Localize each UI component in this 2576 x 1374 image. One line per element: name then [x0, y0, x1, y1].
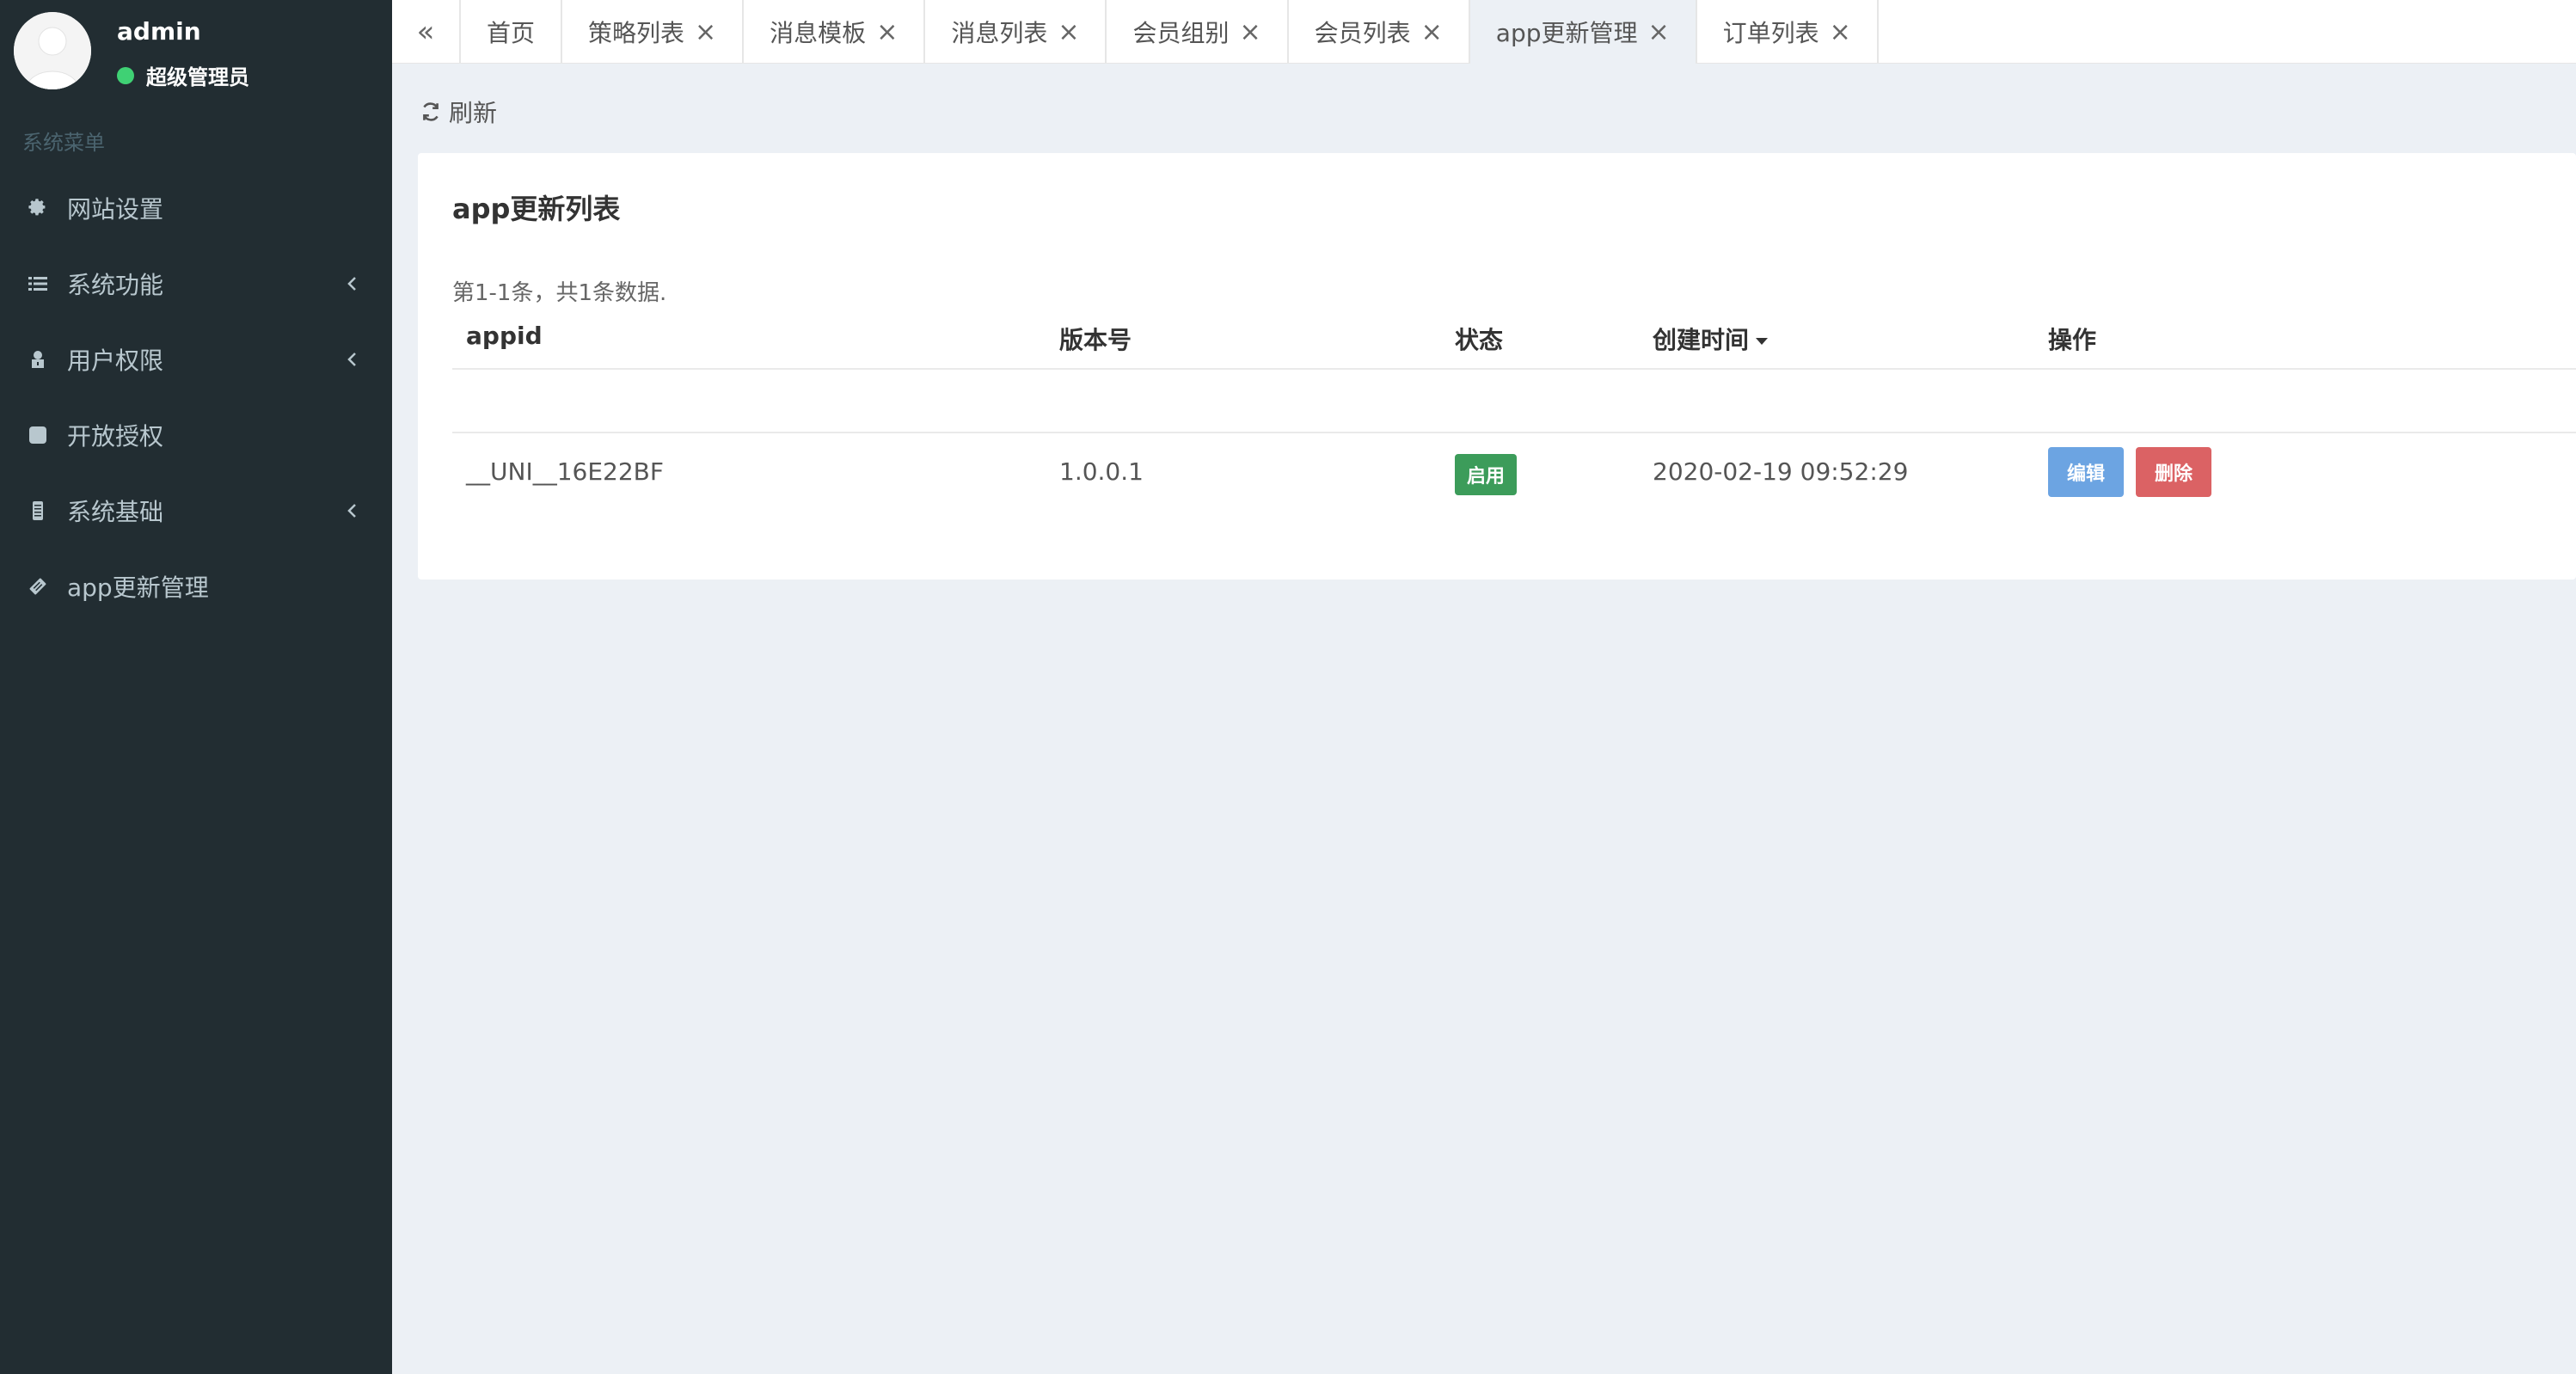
delete-button[interactable]: 删除: [2136, 447, 2212, 497]
online-status-dot: [117, 66, 134, 84]
tab-message-list[interactable]: 消息列表 ×: [925, 0, 1107, 64]
avatar-placeholder-icon: [14, 12, 91, 89]
user-role-label: 超级管理员: [146, 65, 249, 89]
app-update-panel: app更新列表 第1-1条，共1条数据. appid 版本号 状态 创建时间 操…: [418, 153, 2576, 580]
user-name: admin: [117, 17, 201, 46]
sidebar-item-label: 网站设置: [67, 195, 164, 224]
tab-order-list[interactable]: 订单列表 ×: [1697, 0, 1879, 64]
chevron-left-icon: [347, 277, 356, 291]
header-divider: [452, 368, 2576, 370]
close-icon[interactable]: ×: [1058, 17, 1079, 47]
refresh-button[interactable]: 刷新: [420, 95, 497, 129]
gear-icon: [26, 196, 50, 220]
tab-home[interactable]: 首页: [461, 0, 563, 64]
sidebar-item-label: 系统功能: [67, 271, 164, 299]
sort-caret-icon: [1756, 338, 1769, 345]
menu-header: 系统菜单: [22, 131, 105, 155]
tab-message-template[interactable]: 消息模板 ×: [744, 0, 926, 64]
cell-created: 2020-02-19 09:52:29: [1653, 457, 1909, 486]
tab-member-group[interactable]: 会员组别 ×: [1107, 0, 1289, 64]
chevron-left-icon: [347, 353, 356, 366]
sidebar-item-label: app更新管理: [67, 574, 209, 602]
close-icon[interactable]: ×: [876, 17, 898, 47]
refresh-label: 刷新: [449, 99, 498, 127]
sidebar-item-app-update[interactable]: app更新管理: [0, 549, 392, 624]
chevron-left-icon: [347, 504, 356, 518]
tab-label: 消息模板: [770, 19, 867, 47]
list-icon: [26, 272, 50, 296]
sidebar-item-site-settings[interactable]: 网站设置: [0, 170, 392, 246]
close-icon[interactable]: ×: [1830, 17, 1851, 47]
row-divider: [452, 432, 2576, 433]
tab-label: 消息列表: [951, 19, 1048, 47]
edit-button[interactable]: 编辑: [2048, 447, 2125, 497]
tab-app-update[interactable]: app更新管理 ×: [1469, 0, 1697, 64]
user-panel: admin 超级管理员: [0, 0, 392, 103]
database-icon: [26, 499, 50, 523]
ticket-icon: [26, 574, 50, 598]
sidebar-item-system-base[interactable]: 系统基础: [0, 473, 392, 549]
tab-label: 首页: [487, 19, 536, 47]
sidebar-item-user-permissions[interactable]: 用户权限: [0, 322, 392, 397]
square-icon: [26, 423, 50, 447]
tab-label: 策略列表: [588, 19, 685, 47]
sidebar-item-open-auth[interactable]: 开放授权: [0, 397, 392, 473]
table-summary: 第1-1条，共1条数据.: [452, 280, 667, 306]
cell-appid: __UNI__16E22BF: [466, 457, 664, 486]
refresh-icon: [423, 102, 439, 121]
close-icon[interactable]: ×: [1421, 17, 1443, 47]
tab-bar: « 首页 策略列表 × 消息模板 × 消息列表 × 会员组别 × 会员列表 × …: [392, 0, 2576, 64]
close-icon[interactable]: ×: [695, 17, 716, 47]
tab-label: 会员列表: [1314, 19, 1411, 47]
avatar: [14, 12, 91, 89]
user-role: 超级管理员: [117, 60, 249, 90]
sidebar-item-label: 用户权限: [67, 347, 164, 375]
tab-member-list[interactable]: 会员列表 ×: [1289, 0, 1470, 64]
tab-label: 订单列表: [1722, 19, 1819, 47]
tab-label: app更新管理: [1495, 19, 1638, 47]
status-badge: 启用: [1455, 454, 1518, 495]
tab-strategy-list[interactable]: 策略列表 ×: [562, 0, 745, 64]
page-title: app更新列表: [452, 193, 621, 225]
sidebar-item-system-functions[interactable]: 系统功能: [0, 246, 392, 322]
column-header-appid: appid: [466, 322, 543, 350]
user-lock-icon: [26, 347, 50, 371]
tab-label: 会员组别: [1132, 19, 1230, 47]
column-header-actions: 操作: [2048, 326, 2097, 354]
sidebar-menu: 网站设置 系统功能 用户权限 开放授权 系统基础 app更新管理: [0, 170, 392, 624]
column-header-created-sort[interactable]: 创建时间: [1653, 322, 1769, 356]
tab-scroll-left-button[interactable]: «: [392, 0, 461, 64]
sidebar: admin 超级管理员 系统菜单 网站设置 系统功能 用户权限 开放授权 系统基…: [0, 0, 392, 1374]
sidebar-item-label: 系统基础: [67, 498, 164, 526]
column-header-version: 版本号: [1059, 326, 1132, 354]
close-icon[interactable]: ×: [1648, 17, 1670, 47]
close-icon[interactable]: ×: [1240, 17, 1261, 47]
cell-version: 1.0.0.1: [1059, 457, 1144, 486]
column-header-created-label: 创建时间: [1653, 326, 1750, 354]
column-header-status: 状态: [1455, 326, 1504, 354]
sidebar-item-label: 开放授权: [67, 422, 164, 451]
